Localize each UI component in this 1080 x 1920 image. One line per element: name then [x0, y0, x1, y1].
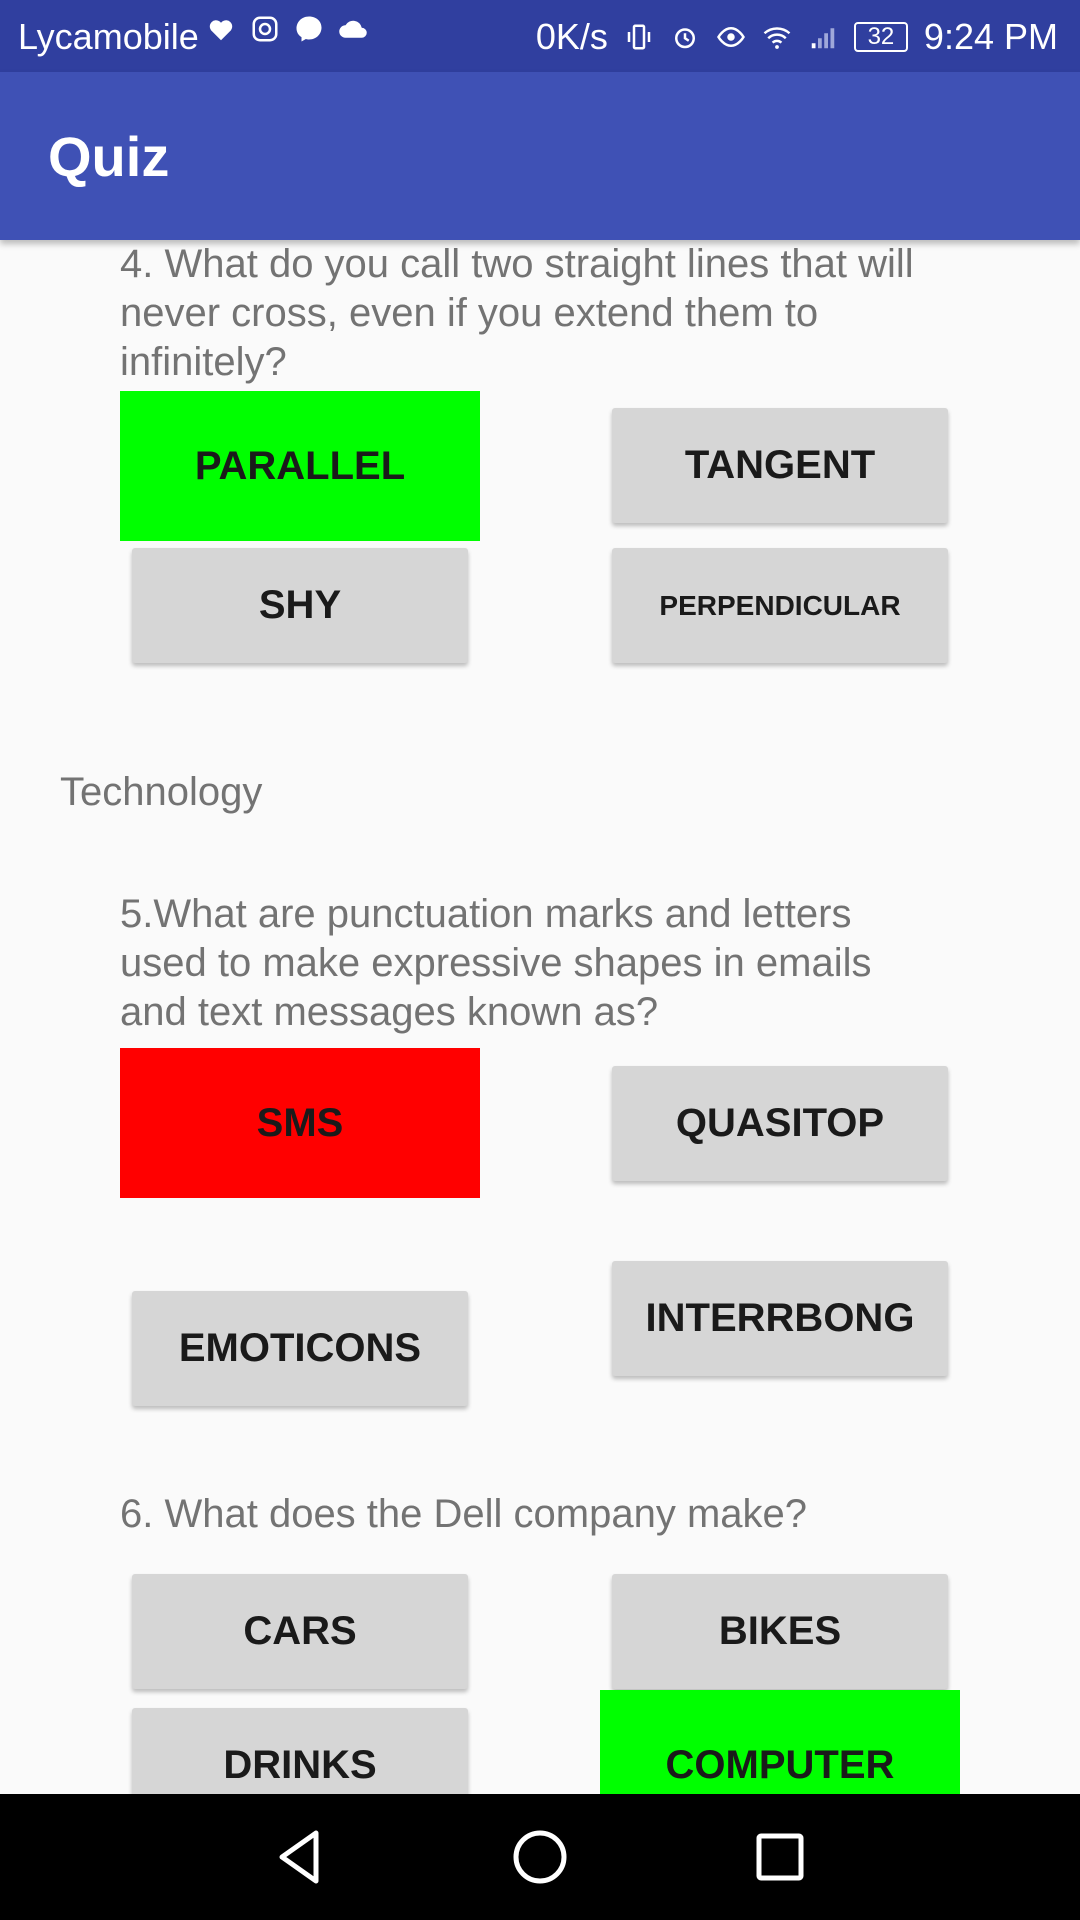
instagram-icon [252, 16, 278, 42]
q5-option-interrbong[interactable]: INTERRBONG [612, 1261, 948, 1376]
messenger-icon [296, 16, 322, 42]
q5-option-sms[interactable]: SMS [120, 1048, 480, 1198]
carrier-name: Lycamobile [18, 16, 199, 57]
back-icon[interactable] [268, 1825, 332, 1889]
battery-icon: 32 [853, 22, 908, 52]
app-bar: Quiz [0, 72, 1080, 240]
wifi-icon [763, 27, 791, 49]
question-5-text: 5.What are punctuation marks and letters… [120, 892, 872, 1034]
q6-option-bikes[interactable]: BIKES [612, 1574, 948, 1689]
q4-option-perpendicular[interactable]: PERPENDICULAR [612, 548, 948, 663]
status-bar: Lycamobile 0K/s 32 9:24 PM [0, 0, 1080, 72]
home-icon[interactable] [508, 1825, 572, 1889]
question-6-text: 6. What does the Dell company make? [120, 1492, 808, 1536]
q5-option-quasitop[interactable]: QUASITOP [612, 1066, 948, 1181]
app-title: Quiz [48, 125, 170, 188]
eye-icon [716, 26, 745, 48]
q4-option-parallel[interactable]: PARALLEL [120, 391, 480, 541]
navigation-bar [0, 1794, 1080, 1920]
network-speed: 0K/s [535, 16, 608, 57]
notification-icons [206, 14, 368, 44]
alarm-icon [674, 28, 695, 49]
cloud-icon [339, 20, 367, 38]
q5-option-emoticons[interactable]: EMOTICONS [132, 1291, 468, 1406]
health-icon [209, 20, 233, 41]
recents-icon[interactable] [748, 1825, 812, 1889]
q6-option-computer[interactable]: COMPUTER [600, 1690, 960, 1794]
q6-option-drinks[interactable]: DRINKS [132, 1708, 468, 1794]
status-right: 0K/s 32 9:24 PM [536, 16, 1058, 58]
vibrate-icon [627, 24, 651, 50]
quiz-scroll-view[interactable]: 4. What do you call two straight lines t… [0, 240, 1080, 1794]
section-title-technology: Technology [60, 770, 263, 814]
q4-option-tangent[interactable]: TANGENT [612, 408, 948, 523]
question-4-text: 4. What do you call two straight lines t… [120, 242, 914, 384]
q6-option-cars[interactable]: CARS [132, 1574, 468, 1689]
signal-icon [811, 28, 835, 49]
q4-option-shy[interactable]: SHY [132, 548, 468, 663]
clock: 9:24 PM [923, 16, 1058, 57]
